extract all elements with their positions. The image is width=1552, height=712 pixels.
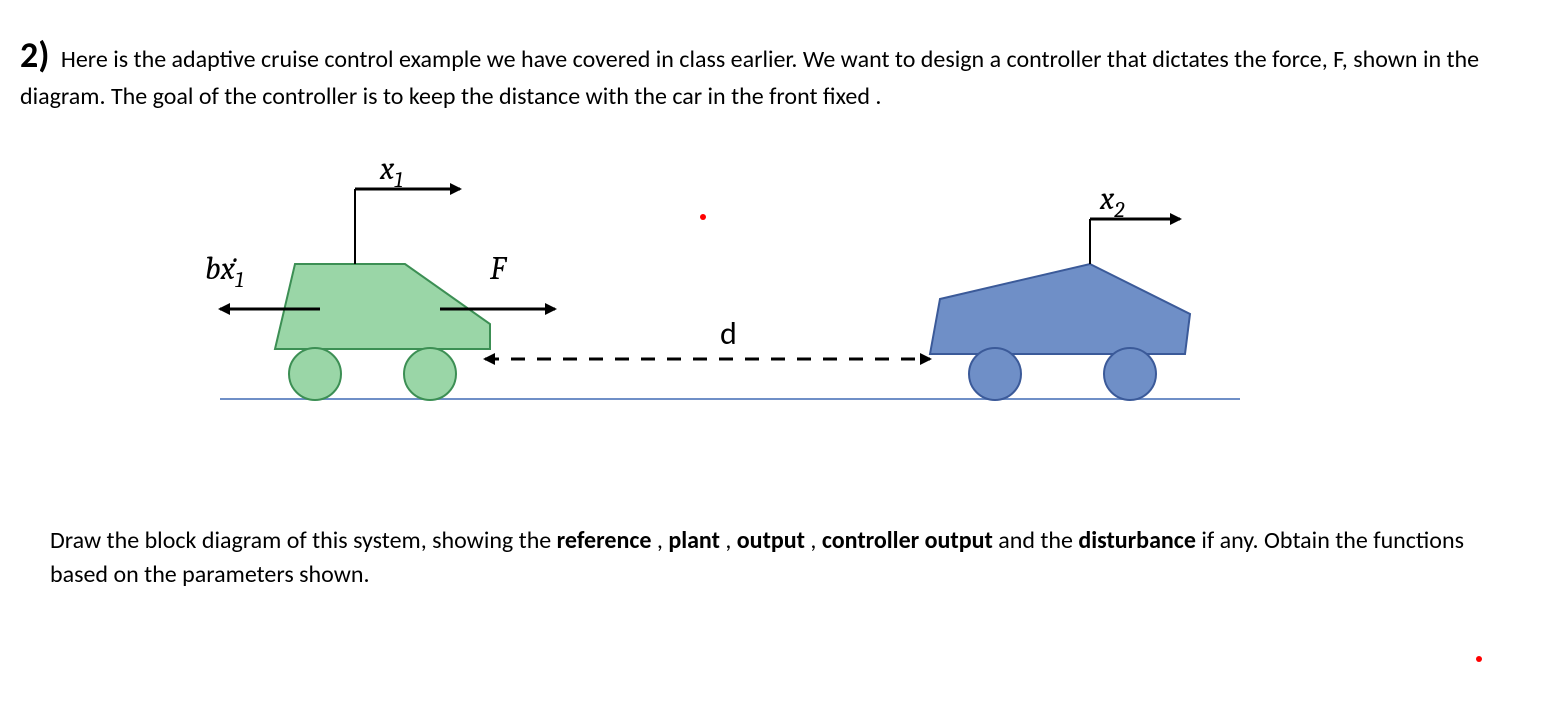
- instr-disturb: disturbance: [1078, 526, 1196, 555]
- x2-arrow: [1090, 219, 1180, 264]
- x1-arrow: [355, 189, 460, 264]
- cruise-control-diagram: x1 bẋ1 F d: [20, 154, 1532, 454]
- red-dot-icon-2: [1476, 656, 1482, 662]
- instr-sep1: ,: [657, 526, 668, 555]
- drag-label: bẋ1: [205, 250, 244, 293]
- instr-ctrlout: controller output: [822, 526, 993, 555]
- intro-end: .: [875, 82, 881, 111]
- instr-plant: plant: [668, 526, 720, 555]
- instr-sep3: ,: [810, 526, 821, 555]
- car-2: [930, 264, 1190, 400]
- intro-bold: to keep the distance with the car in the…: [383, 82, 870, 111]
- question-number: 2): [20, 30, 49, 80]
- problem-page: 2) Here is the adaptive cruise control e…: [0, 0, 1552, 712]
- diagram-svg: x1 bẋ1 F d: [180, 154, 1280, 454]
- car-1: [275, 264, 490, 400]
- problem-statement: 2) Here is the adaptive cruise control e…: [20, 30, 1532, 114]
- x2-label: x2: [1099, 180, 1125, 223]
- force-label: F: [489, 250, 508, 287]
- instr-output: output: [737, 526, 805, 555]
- distance-label: d: [720, 314, 737, 353]
- instr-b: and the: [998, 526, 1078, 555]
- instr-reference: reference: [557, 526, 652, 555]
- instr-a: Draw the block diagram of this system, s…: [50, 526, 557, 555]
- x1-label: x1: [379, 154, 403, 193]
- instructions-text: Draw the block diagram of this system, s…: [50, 524, 1472, 591]
- red-dot-icon: [700, 214, 706, 220]
- instr-sep2: ,: [725, 526, 736, 555]
